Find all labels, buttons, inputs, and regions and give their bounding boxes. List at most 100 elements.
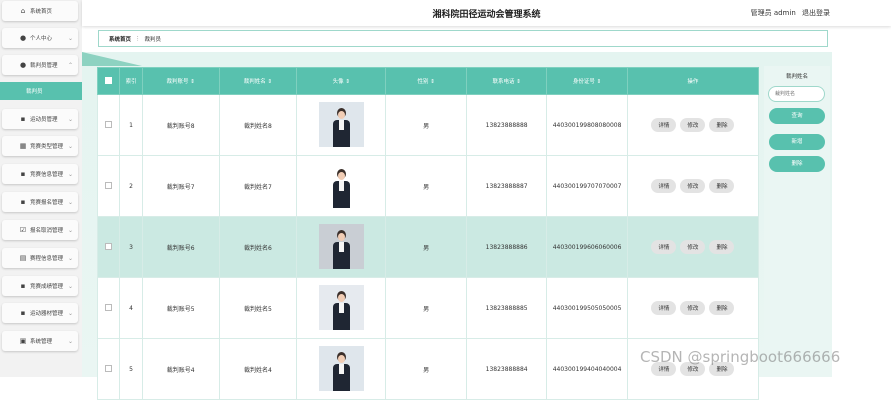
cell-id-number: 440300199606060006 [546,216,628,278]
column-header-account[interactable]: 裁判账号 ⇕ [141,67,220,95]
avatar [318,223,364,269]
detail-button[interactable]: 详情 [651,118,677,132]
column-header-avatar[interactable]: 头像 ⇕ [296,67,387,95]
chevron-down-icon: ⌄ [68,198,74,206]
cell-account: 裁判账号5 [141,277,220,339]
edit-button[interactable]: 修改 [680,240,706,254]
column-header-gender[interactable]: 性别 ⇕ [385,67,467,95]
column-header-name[interactable]: 裁判姓名 ⇕ [218,67,298,95]
edit-button[interactable]: 修改 [680,179,706,193]
cell-actions: 详情 修改 删除 [626,155,760,217]
cell-id-number: 440300199404040004 [546,338,628,400]
row-checkbox[interactable] [105,242,113,250]
avatar [318,101,364,147]
cell-account: 裁判账号4 [141,338,220,400]
cell-actions: 详情 修改 删除 [626,277,760,339]
table-row: 3 裁判账号6 裁判姓名6 男 13823888886 440300199606… [96,216,760,278]
row-checkbox[interactable] [105,120,113,128]
cell-name: 裁判姓名5 [218,277,298,339]
cell-gender: 男 [385,338,467,400]
detail-button[interactable]: 详情 [651,179,677,193]
cell-index: 1 [119,94,143,156]
column-header-index: 索引 [119,67,143,95]
column-header-actions: 操作 [626,67,760,95]
chevron-down-icon: ⌄ [68,170,74,178]
logout-link[interactable]: 退出登录 [802,9,830,17]
chevron-down-icon: ⌄ [68,337,74,345]
sidebar-item-label: 竞赛成绩管理 [30,284,64,290]
delete-button[interactable]: 删除 [709,118,735,132]
delete-button[interactable]: 删除 [709,179,735,193]
row-checkbox[interactable] [105,364,113,372]
sidebar-item-schedule[interactable]: ▤ 赛程信息管理 ⌄ [2,248,78,268]
cell-account: 裁判账号8 [141,94,220,156]
add-button[interactable]: 新增 [769,134,825,150]
table-row: 2 裁判账号7 裁判姓名7 男 13823888887 440300199707… [96,155,760,217]
sidebar-item-label: 报名取消管理 [30,228,64,234]
cell-avatar [296,155,387,217]
column-header-phone[interactable]: 联系电话 ⇕ [465,67,548,95]
cell-avatar [296,216,387,278]
table-row: 4 裁判账号5 裁判姓名5 男 13823888885 440300199505… [96,277,760,339]
checkbox-icon: ☑ [19,226,27,234]
sidebar-item-registration[interactable]: ▪ 竞赛报名管理 ⌄ [2,192,78,212]
sidebar-item-label: 运动员管理 [30,117,58,123]
edit-button[interactable]: 修改 [680,118,706,132]
sidebar-item-equipment[interactable]: ▪ 运动器材管理 ⌄ [2,303,78,323]
row-checkbox[interactable] [105,303,113,311]
edit-button[interactable]: 修改 [680,301,706,315]
sidebar-item-personal-center[interactable]: ● 个人中心 ⌄ [2,28,78,48]
row-select-cell[interactable] [96,277,121,339]
document-icon: ▤ [19,254,27,262]
cell-id-number: 440300199707070007 [546,155,628,217]
row-select-cell[interactable] [96,155,121,217]
sidebar-subitem-referee[interactable]: 裁判员 [0,82,82,100]
row-select-cell[interactable] [96,216,121,278]
cell-index: 4 [119,277,143,339]
batch-delete-button[interactable]: 删除 [769,156,825,172]
cell-name: 裁判姓名6 [218,216,298,278]
cell-avatar [296,94,387,156]
grid-icon: ▪ [20,170,26,178]
sidebar-item-competition-info[interactable]: ▪ 竞赛信息管理 ⌄ [2,164,78,184]
top-bar: 湘科院田径运动会管理系统 管理员 admin 退出登录 [82,0,891,26]
chevron-down-icon: ⌄ [68,309,74,317]
sidebar-item-label: 竞赛类型管理 [30,144,64,150]
sidebar-item-home[interactable]: ⌂ 系统首页 [2,1,78,21]
breadcrumb-separator: ⋮ [135,35,141,42]
grid-icon: ▪ [20,309,26,317]
cell-index: 3 [119,216,143,278]
detail-button[interactable]: 详情 [651,240,677,254]
user-icon: ● [19,34,27,42]
column-header-id-number[interactable]: 身份证号 ⇕ [546,67,628,95]
cell-gender: 男 [385,94,467,156]
referee-name-search-input[interactable] [768,86,825,102]
select-all-header[interactable] [96,67,121,95]
chevron-down-icon: ⌄ [68,254,74,262]
home-icon: ⌂ [20,7,26,15]
sidebar-item-registration-cancel[interactable]: ☑ 报名取消管理 ⌄ [2,220,78,240]
sidebar-item-competition-type[interactable]: ▦ 竞赛类型管理 ⌄ [2,136,78,156]
cell-avatar [296,338,387,400]
table-header-row: 索引 裁判账号 ⇕ 裁判姓名 ⇕ 头像 ⇕ 性别 ⇕ 联系电话 ⇕ 身份证号 ⇕… [96,67,760,95]
row-select-cell[interactable] [96,94,121,156]
grid-icon: ▪ [20,198,26,206]
sidebar: ⌂ 系统首页 ● 个人中心 ⌄ ● 裁判员管理 ⌃ 裁判员 ▪ 运动员管理 ⌄ … [0,0,82,377]
sidebar-item-referee-management[interactable]: ● 裁判员管理 ⌃ [2,55,78,75]
breadcrumb-home[interactable]: 系统首页 [109,35,131,43]
cell-account: 裁判账号7 [141,155,220,217]
delete-button[interactable]: 删除 [709,301,735,315]
cell-id-number: 440300199808080008 [546,94,628,156]
sidebar-item-athlete-management[interactable]: ▪ 运动员管理 ⌄ [2,109,78,129]
table-row: 1 裁判账号8 裁判姓名8 男 13823888888 440300199808… [96,94,760,156]
query-button[interactable]: 查询 [769,108,825,124]
detail-button[interactable]: 详情 [651,301,677,315]
delete-button[interactable]: 删除 [709,240,735,254]
select-all-checkbox[interactable] [105,76,113,84]
chevron-down-icon: ⌄ [68,282,74,290]
row-select-cell[interactable] [96,338,121,400]
sidebar-item-label: 竞赛报名管理 [30,200,64,206]
row-checkbox[interactable] [105,181,113,189]
sidebar-item-system[interactable]: ▣ 系统管理 ⌄ [2,331,78,351]
sidebar-item-results[interactable]: ▪ 竞赛成绩管理 ⌄ [2,276,78,296]
